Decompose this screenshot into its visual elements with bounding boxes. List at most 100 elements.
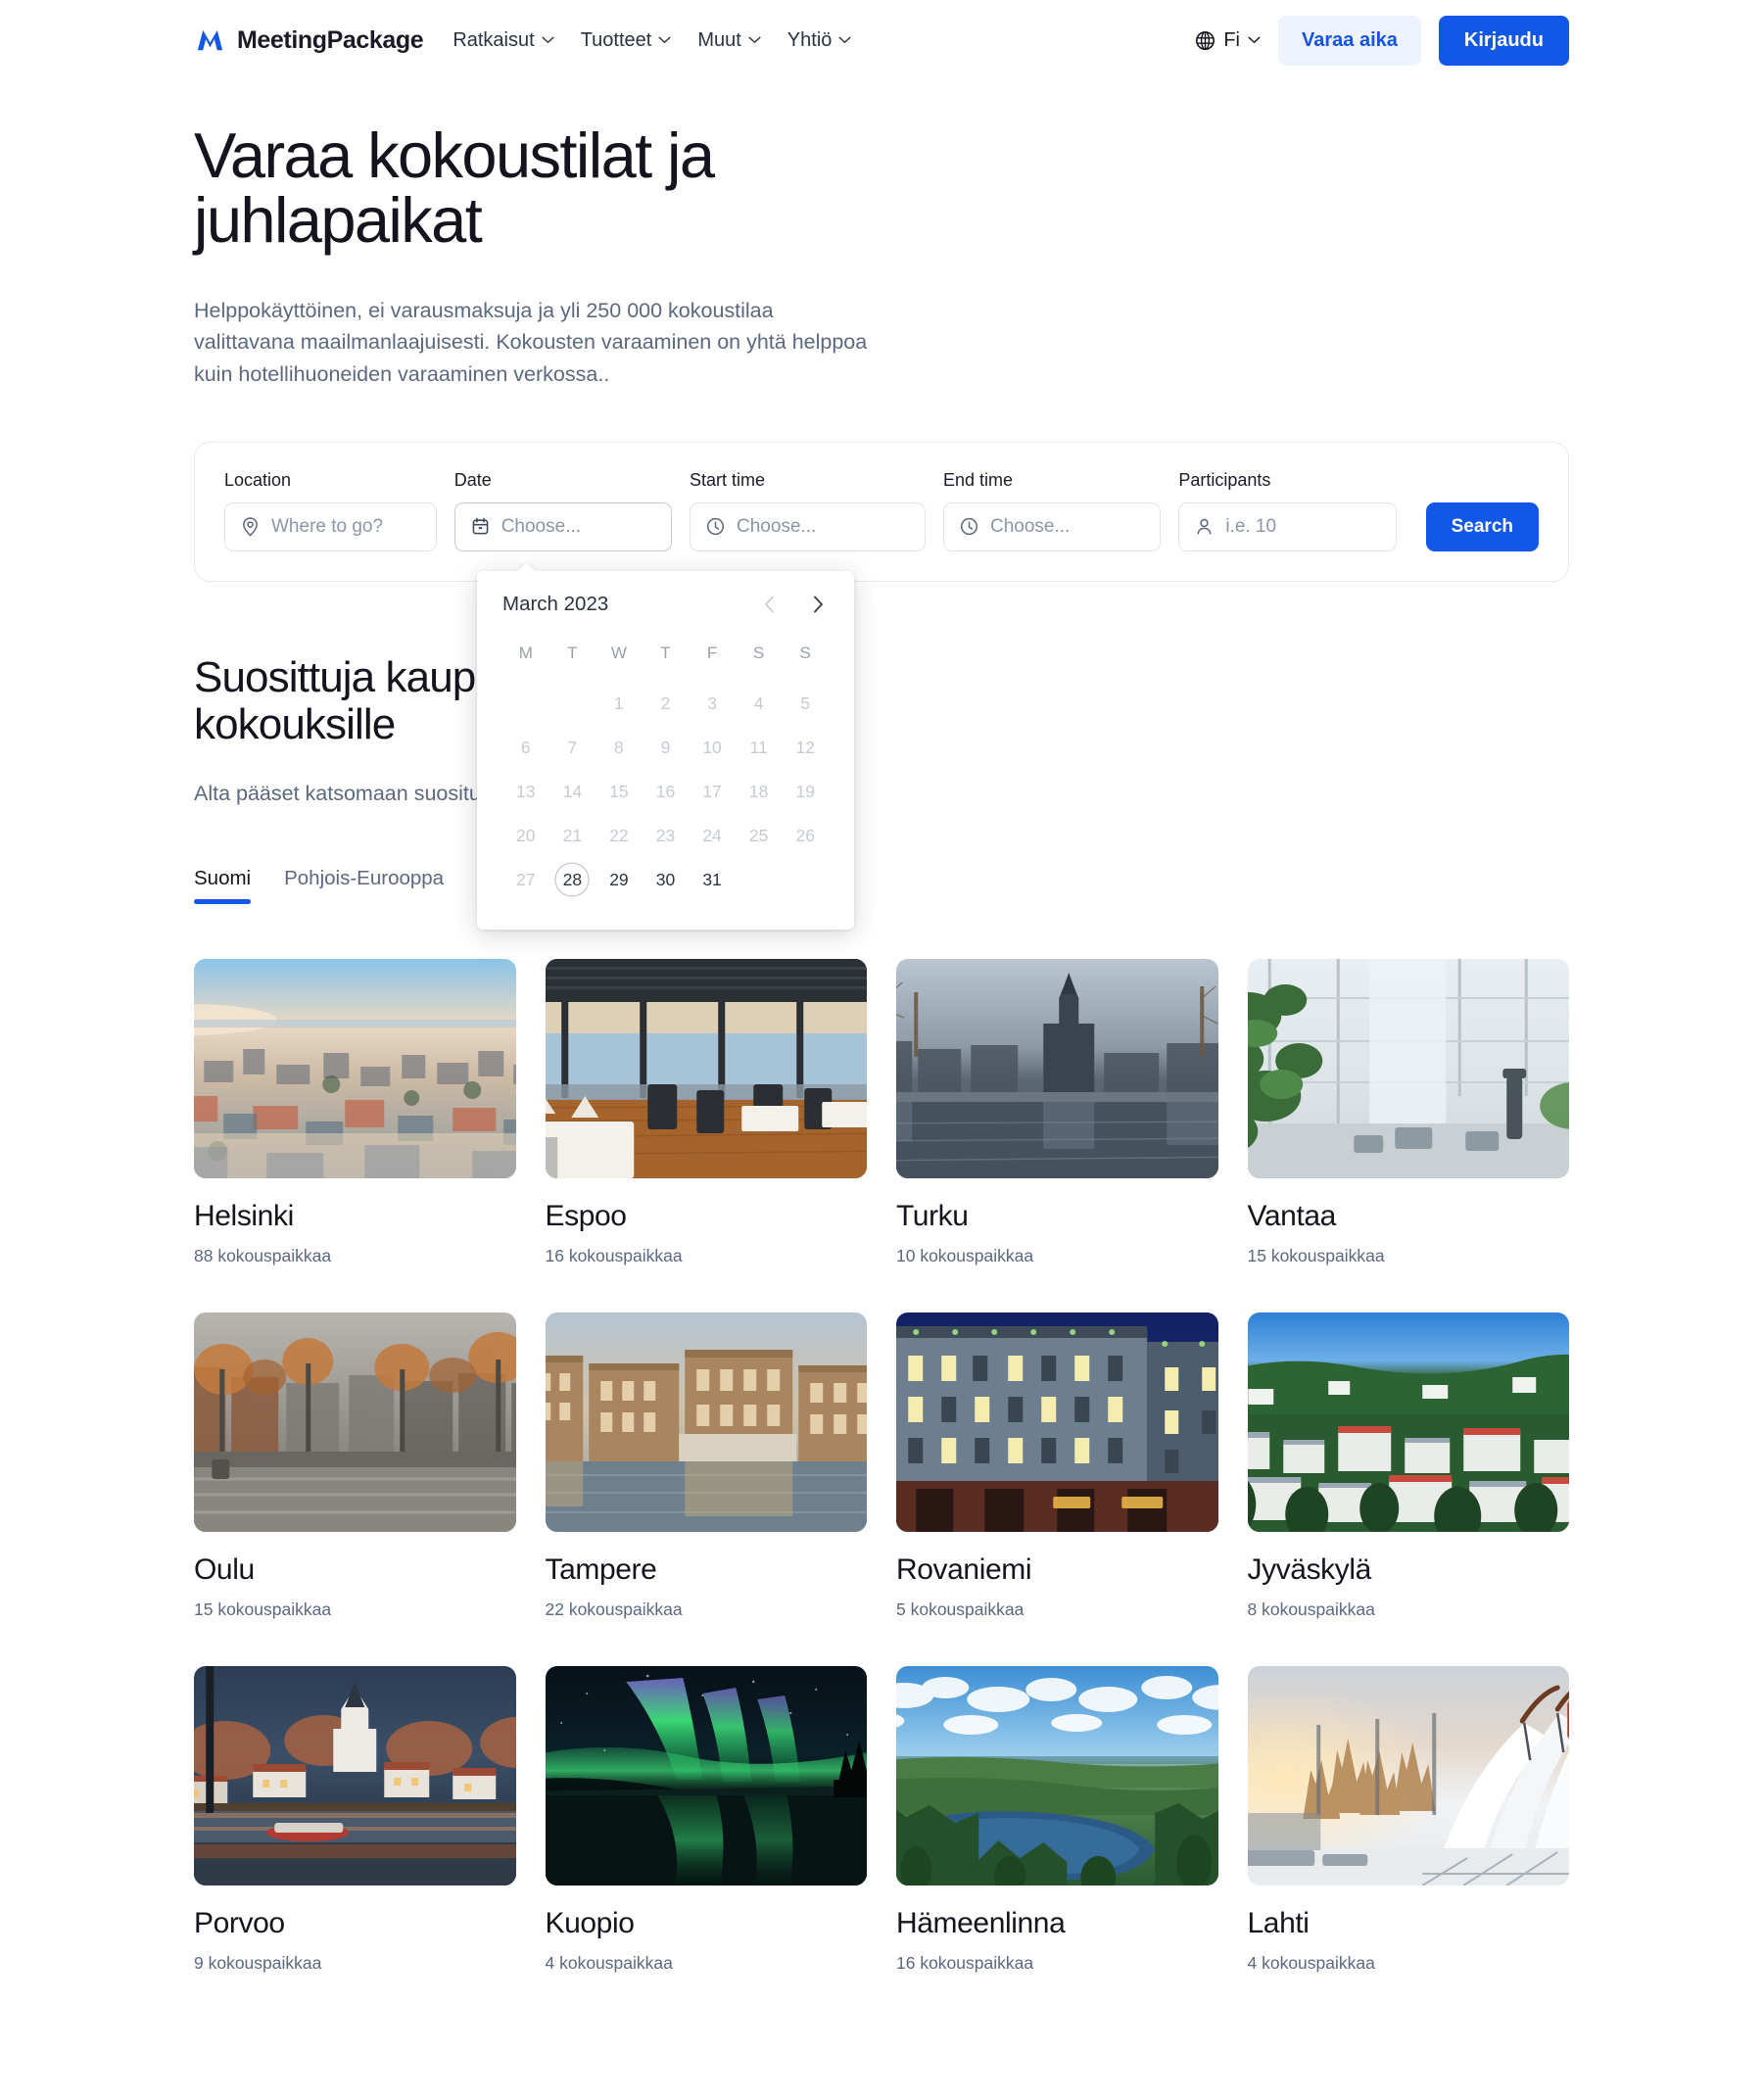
chevron-down-icon — [658, 36, 671, 44]
site-header: MeetingPackage Ratkaisut Tuotteet Muut Y… — [0, 0, 1763, 80]
city-card[interactable]: Oulu 15 kokouspaikkaa — [194, 1312, 516, 1620]
calendar-day: 16 — [655, 782, 676, 801]
nav-item-ratkaisut[interactable]: Ratkaisut — [453, 29, 554, 52]
calendar-weekday: W — [610, 644, 627, 662]
nav-label: Yhtiö — [786, 28, 833, 51]
nav-item-muut[interactable]: Muut — [697, 29, 761, 52]
calendar-day: 19 — [795, 782, 815, 801]
brand-name: MeetingPackage — [237, 25, 424, 54]
city-card[interactable]: Helsinki 88 kokouspaikkaa — [194, 958, 516, 1266]
book-demo-button[interactable]: Varaa aika — [1278, 15, 1421, 66]
date-field: Date Choose... — [453, 469, 673, 551]
region-tabs: Suomi Pohjois-Eurooppa — [194, 867, 1569, 904]
city-card-venue-count: 9 kokouspaikkaa — [194, 1952, 322, 1973]
hero-section: Varaa kokoustilat ja juhlapaikat Helppok… — [0, 80, 1763, 391]
prev-month-button[interactable] — [758, 594, 780, 615]
start-time-input[interactable]: Choose... — [690, 501, 926, 551]
location-field: Location Where to go? — [224, 470, 437, 551]
calendar-day: 20 — [516, 826, 536, 845]
calendar-day: 2 — [660, 693, 671, 713]
city-card[interactable]: Espoo 16 kokouspaikkaa — [545, 958, 867, 1266]
city-card-name: Porvoo — [194, 1906, 285, 1939]
nav-item-yhtio[interactable]: Yhtiö — [787, 29, 852, 52]
calendar-day: 22 — [609, 826, 629, 845]
date-placeholder: Choose... — [500, 515, 582, 537]
calendar-day: 11 — [749, 738, 768, 757]
calendar-day: 8 — [614, 738, 624, 757]
city-card-venue-count: 8 kokouspaikkaa — [1247, 1599, 1375, 1619]
tab-pohjois-eurooppa[interactable]: Pohjois-Eurooppa — [284, 867, 444, 904]
city-card-image — [896, 1665, 1218, 1885]
city-card-venue-count: 88 kokouspaikkaa — [194, 1245, 332, 1265]
city-card-name: Oulu — [194, 1552, 255, 1586]
participants-input[interactable]: i.e. 10 — [1178, 501, 1397, 551]
map-pin-icon — [240, 516, 261, 537]
city-card[interactable]: Kuopio 4 kokouspaikkaa — [545, 1665, 867, 1974]
calendar-day: 9 — [660, 738, 671, 757]
calendar-day: 6 — [520, 738, 531, 757]
login-button[interactable]: Kirjaudu — [1438, 15, 1569, 66]
search-button[interactable]: Search — [1425, 501, 1539, 551]
brand-logo[interactable]: MeetingPackage — [194, 24, 424, 57]
calendar-weekday: T — [660, 644, 671, 662]
city-card[interactable]: Jyväskylä 8 kokouspaikkaa — [1247, 1312, 1569, 1620]
start-time-label: Start time — [690, 469, 766, 490]
calendar-day: 26 — [795, 826, 815, 845]
city-card-name: Tampere — [545, 1552, 657, 1586]
calendar-nav — [758, 594, 829, 615]
calendar-day: 27 — [516, 870, 536, 889]
calendar-day: 10 — [702, 738, 722, 757]
city-card-name: Hämeenlinna — [896, 1906, 1066, 1939]
city-card[interactable]: Porvoo 9 kokouspaikkaa — [194, 1665, 516, 1974]
city-card[interactable]: Turku 10 kokouspaikkaa — [896, 958, 1218, 1266]
date-input[interactable]: Choose... — [453, 501, 673, 551]
city-card-venue-count: 15 kokouspaikkaa — [194, 1599, 332, 1619]
city-card-venue-count: 5 kokouspaikkaa — [896, 1599, 1024, 1619]
city-card-venue-count: 16 kokouspaikkaa — [545, 1245, 683, 1265]
calendar-day[interactable]: 31 — [689, 863, 736, 896]
city-card-name: Kuopio — [545, 1906, 635, 1939]
city-card-venue-count: 16 kokouspaikkaa — [896, 1952, 1034, 1973]
city-card-venue-count: 4 kokouspaikkaa — [1247, 1952, 1375, 1973]
city-card[interactable]: Vantaa 15 kokouspaikkaa — [1247, 958, 1569, 1266]
calendar-weekday: S — [752, 644, 765, 662]
calendar-day: 21 — [562, 826, 583, 845]
calendar-day[interactable]: 29 — [596, 863, 643, 896]
location-label: Location — [224, 469, 292, 490]
calendar-day[interactable]: 30 — [643, 863, 690, 896]
calendar-day: 24 — [702, 826, 722, 845]
search-section: Location Where to go? Date Choose... Sta… — [0, 441, 1763, 582]
calendar-day: 18 — [748, 782, 769, 801]
clock-icon — [705, 516, 726, 537]
calendar-icon — [470, 516, 491, 537]
city-card-image — [1247, 958, 1569, 1178]
next-month-button[interactable] — [807, 594, 829, 615]
tab-suomi[interactable]: Suomi — [194, 867, 252, 904]
city-card[interactable]: Lahti 4 kokouspaikkaa — [1247, 1665, 1569, 1974]
city-card-image — [896, 1312, 1218, 1532]
city-card-image — [545, 958, 867, 1178]
city-card-grid: Helsinki 88 kokouspaikkaa Espoo 16 kokousp… — [0, 958, 1763, 1974]
participants-field: Participants i.e. 10 — [1178, 470, 1397, 551]
search-bar: Location Where to go? Date Choose... Sta… — [194, 441, 1569, 582]
city-card[interactable]: Tampere 22 kokouspaikkaa — [545, 1312, 867, 1620]
calendar-day: 17 — [702, 782, 722, 801]
header-actions: Fi Varaa aika Kirjaudu — [1195, 15, 1569, 66]
language-selector[interactable]: Fi — [1195, 29, 1261, 52]
start-time-field: Start time Choose... — [690, 470, 926, 551]
location-placeholder: Where to go? — [271, 515, 384, 537]
participants-placeholder: i.e. 10 — [1225, 515, 1277, 537]
start-time-placeholder: Choose... — [737, 515, 817, 537]
city-card[interactable]: Hämeenlinna 16 kokouspaikkaa — [896, 1665, 1218, 1974]
nav-item-tuotteet[interactable]: Tuotteet — [581, 29, 672, 52]
calendar-day-today[interactable]: 28 — [549, 863, 596, 896]
location-input[interactable]: Where to go? — [224, 501, 437, 551]
end-time-label: End time — [943, 469, 1014, 490]
city-card[interactable]: Rovaniemi 5 kokouspaikkaa — [896, 1312, 1218, 1620]
calendar-weekday: F — [706, 644, 718, 662]
city-card-image — [1247, 1665, 1569, 1885]
calendar-day: 12 — [795, 738, 815, 757]
date-label: Date — [453, 469, 492, 490]
end-time-input[interactable]: Choose... — [943, 501, 1162, 551]
chevron-down-icon — [1248, 36, 1261, 44]
